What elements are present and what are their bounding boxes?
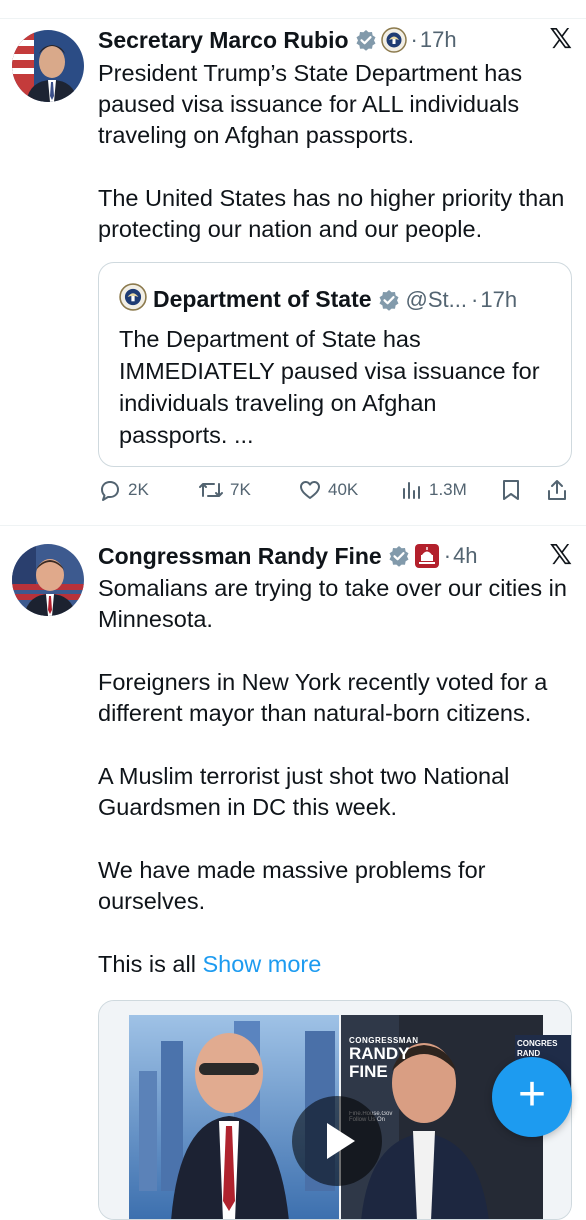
repost-icon bbox=[199, 483, 223, 497]
tweet-last-line-text: This is all bbox=[98, 951, 196, 977]
video-banner-line: FINE bbox=[349, 1062, 388, 1082]
separator-dot: · bbox=[471, 286, 479, 312]
state-department-seal-icon[interactable] bbox=[380, 27, 407, 53]
reply-button[interactable]: 2K bbox=[98, 478, 149, 502]
tweet-paragraph: Foreigners in New York recently voted fo… bbox=[98, 669, 548, 726]
avatar[interactable] bbox=[12, 544, 84, 616]
repost-button[interactable]: 7K bbox=[198, 478, 251, 502]
views-icon bbox=[403, 482, 420, 499]
video-banner-right: CONGRES RAND bbox=[517, 1039, 558, 1058]
quoted-tweet[interactable]: Department of State @St... · 17h The Dep… bbox=[98, 262, 572, 467]
verified-badge-icon[interactable] bbox=[355, 29, 377, 51]
views-count: 1.3M bbox=[429, 480, 467, 499]
like-count: 40K bbox=[328, 480, 359, 499]
tweet-rubio[interactable]: Secretary Marco Rubio · 17h 𝕏 President … bbox=[0, 0, 586, 526]
timestamp[interactable]: 4h bbox=[453, 543, 477, 569]
quoted-tweet-text: The Department of State has IMMEDIATELY … bbox=[119, 326, 540, 448]
tweet-header: Secretary Marco Rubio · 17h bbox=[98, 24, 457, 56]
like-button[interactable]: 40K bbox=[298, 478, 358, 502]
reply-count: 2K bbox=[128, 480, 149, 499]
quoted-tweet-header: Department of State @St... · 17h bbox=[119, 283, 517, 316]
tweet-paragraph: We have made massive problems for oursel… bbox=[98, 857, 486, 914]
x-logo-icon: 𝕏 bbox=[549, 23, 572, 54]
state-department-seal-icon bbox=[119, 283, 147, 316]
tweet-paragraph: Somalians are trying to take over our ci… bbox=[98, 575, 567, 632]
separator-dot: · bbox=[443, 543, 452, 568]
tweet-last-line: This is all Show more bbox=[98, 949, 574, 980]
play-button[interactable] bbox=[292, 1096, 382, 1186]
bookmark-icon bbox=[503, 480, 519, 500]
quoted-timestamp: 17h bbox=[480, 286, 518, 312]
share-icon bbox=[548, 480, 566, 500]
verified-badge-icon bbox=[378, 289, 400, 311]
heart-icon bbox=[300, 481, 320, 499]
repost-count: 7K bbox=[230, 480, 251, 499]
views-button[interactable]: 1.3M bbox=[401, 478, 467, 502]
quoted-handle: @St... bbox=[405, 286, 468, 312]
play-icon bbox=[327, 1123, 355, 1159]
separator-dot: · bbox=[410, 27, 418, 52]
quoted-author-name: Department of State bbox=[153, 286, 372, 312]
tweet-paragraph: The United States has no higher priority… bbox=[98, 185, 565, 242]
tweet-actions: 2K 7K 40K 1.3M bbox=[98, 478, 576, 510]
timestamp[interactable]: 17h bbox=[420, 27, 457, 53]
compose-post-button[interactable]: + bbox=[492, 1057, 572, 1137]
show-more-link[interactable]: Show more bbox=[202, 951, 321, 977]
house-of-representatives-icon[interactable] bbox=[414, 543, 440, 569]
tweet-header: Congressman Randy Fine · 4h bbox=[98, 540, 478, 572]
tweet-text: President Trump’s State Department has p… bbox=[98, 58, 574, 245]
share-button[interactable] bbox=[546, 478, 568, 502]
tweet-paragraph: A Muslim terrorist just shot two Nationa… bbox=[98, 763, 510, 820]
bookmark-button[interactable] bbox=[500, 478, 522, 502]
author-name[interactable]: Secretary Marco Rubio bbox=[98, 27, 349, 54]
reply-icon bbox=[101, 481, 119, 501]
plus-icon: + bbox=[517, 1068, 547, 1121]
avatar[interactable] bbox=[12, 30, 84, 102]
verified-badge-icon[interactable] bbox=[388, 545, 410, 567]
tweet-text: Somalians are trying to take over our ci… bbox=[98, 573, 574, 980]
author-name[interactable]: Congressman Randy Fine bbox=[98, 543, 382, 570]
video-banner-line: RANDY bbox=[349, 1044, 410, 1064]
tweet-paragraph: President Trump’s State Department has p… bbox=[98, 60, 523, 148]
x-logo-icon: 𝕏 bbox=[549, 539, 572, 570]
